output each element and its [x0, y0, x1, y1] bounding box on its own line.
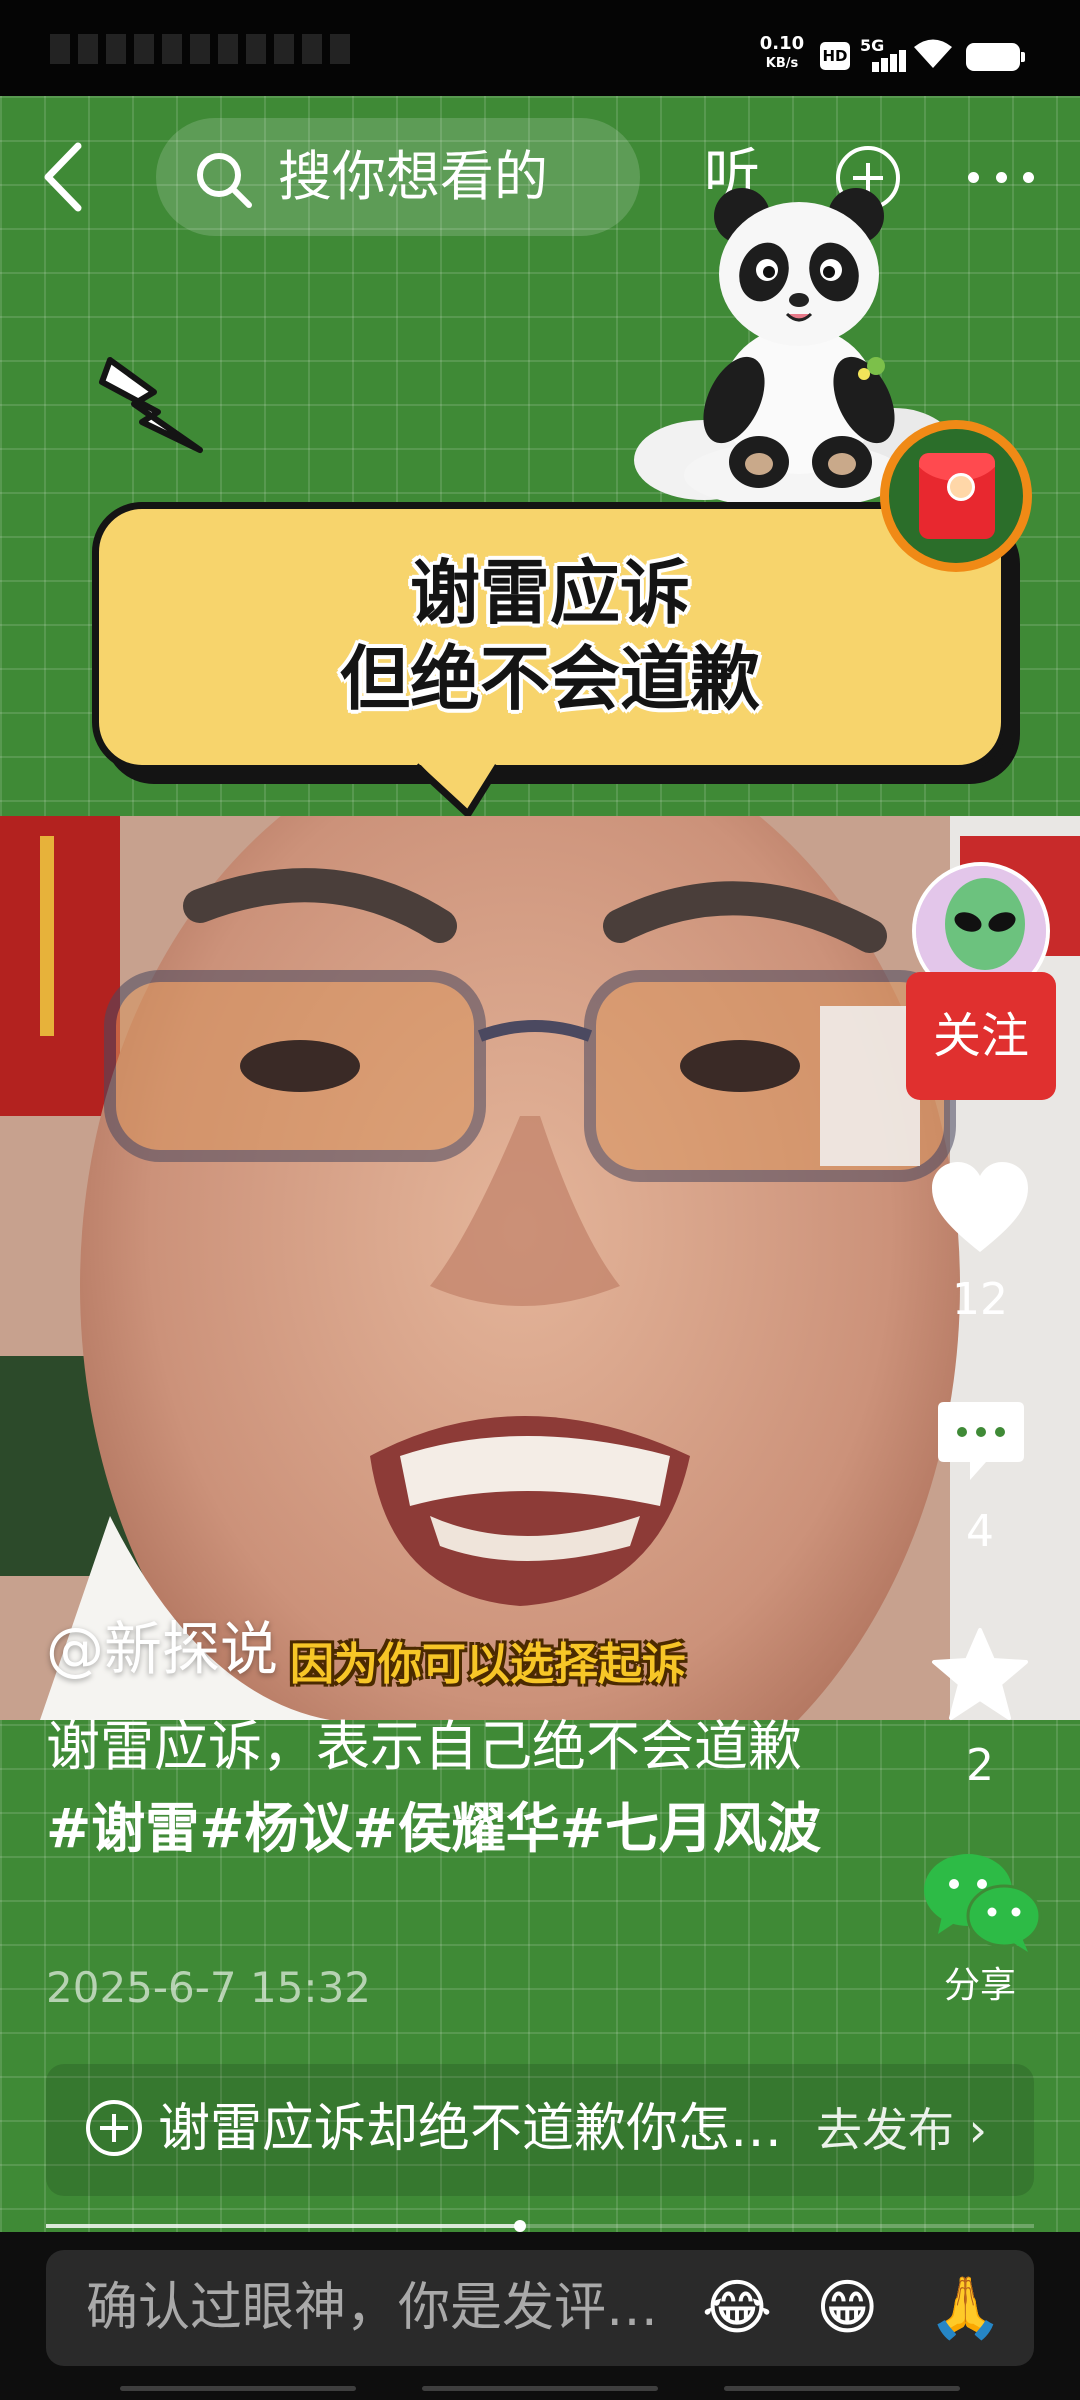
favorite-count: 2: [966, 1740, 994, 1791]
status-bar: 0.10 KB/s HD 5G: [0, 0, 1080, 96]
comment-icon[interactable]: [936, 1396, 1026, 1486]
heart-icon[interactable]: [930, 1160, 1030, 1256]
network-type: 5G: [860, 36, 885, 55]
video-progress-bar[interactable]: [46, 2220, 1034, 2232]
network-speed-unit: KB/s: [765, 56, 799, 71]
search-bar[interactable]: 搜你想看的: [156, 118, 640, 236]
wechat-icon[interactable]: [920, 1850, 1042, 1954]
like-count: 12: [952, 1274, 1008, 1325]
pray-emoji-button[interactable]: 🙏: [928, 2270, 1003, 2346]
signal-icon: 5G: [860, 36, 906, 72]
search-placeholder: 搜你想看的: [278, 145, 548, 208]
comment-placeholder: 确认过眼神，你是发评…: [86, 2278, 659, 2338]
follow-button[interactable]: 关注: [906, 972, 1056, 1100]
network-speed-value: 0.10: [759, 33, 805, 54]
battery-icon: [966, 43, 1025, 71]
bubble-line-2: 但绝不会道歉: [340, 638, 760, 720]
post-timestamp: 2025-6-7 15:32: [46, 1963, 372, 2012]
bubble-line-1: 谢雷应诉: [410, 552, 690, 634]
speech-bubble-text: 谢雷应诉 但绝不会道歉: [92, 550, 1008, 722]
speech-bubble: 谢雷应诉 但绝不会道歉: [92, 502, 1022, 818]
bottom-comment-area: 确认过眼神，你是发评… 😂 😁 🙏: [0, 2232, 1080, 2400]
laugh-emoji-button[interactable]: 😂: [702, 2270, 772, 2346]
gesture-nav-bar: [120, 2386, 960, 2392]
video-progress-fill: [46, 2224, 521, 2228]
hashtags[interactable]: #谢雷#杨议#侯耀华#七月风波: [46, 1797, 821, 1860]
plus-circle-icon: [86, 2100, 142, 2156]
speech-bubble-tail: [413, 760, 501, 818]
network-speed: 0.10 KB/s: [752, 34, 812, 74]
post-description: 谢雷应诉，表示自己绝不会道歉 #谢雷#杨议#侯耀华#七月风波: [46, 1706, 846, 1870]
red-envelope-icon: [919, 453, 995, 539]
status-notification-icons: [50, 34, 350, 64]
lightning-icon: [99, 357, 203, 453]
comment-count: 4: [966, 1506, 994, 1557]
publish-button[interactable]: 去发布 ›: [816, 2100, 987, 2160]
star-icon[interactable]: [930, 1626, 1030, 1722]
publish-prompt-text: 谢雷应诉却绝不道歉你怎…: [158, 2099, 783, 2159]
more-icon[interactable]: [968, 162, 1034, 192]
back-button[interactable]: [34, 140, 94, 214]
description-text: 谢雷应诉，表示自己绝不会道歉: [46, 1715, 802, 1778]
hd-badge: HD: [820, 42, 850, 70]
grin-emoji-button[interactable]: 😁: [816, 2270, 879, 2346]
wifi-icon: [914, 39, 952, 68]
publish-prompt-bar[interactable]: 谢雷应诉却绝不道歉你怎… 去发布 ›: [46, 2064, 1034, 2196]
video-caption: 因为你可以选择起诉: [290, 1639, 686, 1690]
share-label[interactable]: 分享: [900, 1958, 1060, 2014]
comment-input[interactable]: 确认过眼神，你是发评… 😂 😁 🙏: [46, 2250, 1034, 2366]
red-packet-button[interactable]: [880, 420, 1032, 572]
author-name[interactable]: @新探说: [46, 1612, 278, 1686]
search-icon: [197, 153, 252, 208]
